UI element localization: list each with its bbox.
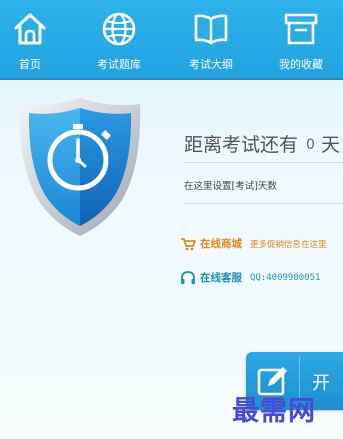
shopping-cart-icon [181,237,196,250]
service-qq-number: QQ:4009980051 [250,272,321,283]
nav-label-syllabus: 考试大纲 [189,58,233,71]
nav-item-syllabus[interactable]: 考试大纲 [176,0,246,78]
online-store-label: 在线商城 [200,238,242,250]
online-service-link[interactable]: 在线客服 QQ:4009980051 [180,270,320,285]
nav-label-question-bank: 考试题库 [97,58,141,71]
nav-item-question-bank[interactable]: 考试题库 [84,0,154,78]
globe-icon [102,12,136,46]
watermark: 最需网 [232,396,316,427]
headset-icon [181,270,195,284]
divider [184,203,343,204]
online-store-link[interactable]: 在线商城 更多促销信息在这里 [180,236,327,251]
top-nav: 首页 考试题库 考试大纲 我的收藏 [0,0,343,80]
archive-box-icon [284,13,318,45]
book-icon [194,14,228,45]
nav-label-favorites: 我的收藏 [279,58,323,71]
divider [184,162,343,163]
nav-item-home[interactable]: 首页 [0,0,65,78]
online-service-label: 在线客服 [200,272,242,284]
exam-countdown: 距离考试还有 0 天 [184,130,340,157]
nav-label-home: 首页 [19,58,41,71]
countdown-suffix: 天 [320,134,340,156]
promo-text: 更多促销信息在这里 [250,239,327,250]
home-icon [14,13,46,45]
countdown-days: 0 [306,137,315,153]
set-exam-days-link[interactable]: 在这里设置[考试]天数 [184,178,277,192]
countdown-prefix: 距离考试还有 [184,134,299,156]
shield-timer-icon [19,98,141,236]
nav-item-favorites[interactable]: 我的收藏 [266,0,336,78]
